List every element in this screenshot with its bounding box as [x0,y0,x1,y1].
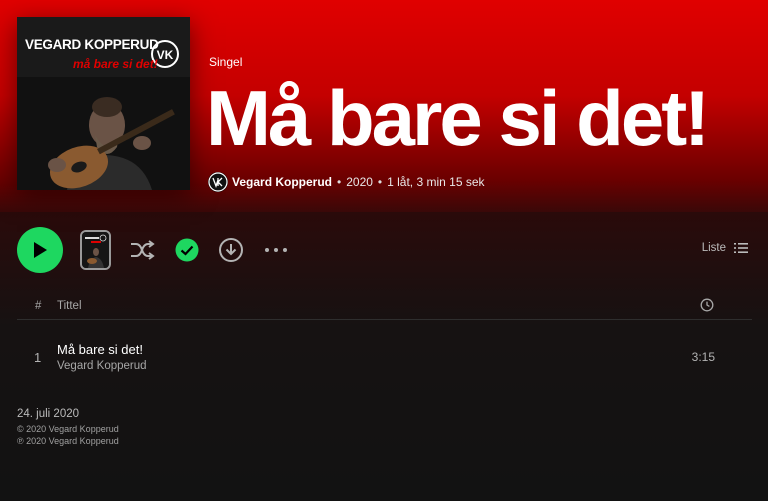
clock-icon [700,298,714,315]
more-horizontal-icon [265,248,287,252]
artist-link[interactable]: Vegard Kopperud [232,175,332,189]
track-duration: 3:15 [691,350,715,364]
artist-avatar[interactable] [208,172,228,192]
table-row[interactable]: 1 Må bare si det! Vegard Kopperud 3:15 [17,336,752,378]
shuffle-button[interactable] [128,236,156,264]
track-artist[interactable]: Vegard Kopperud [57,360,147,372]
download-icon [219,238,243,262]
album-cover[interactable]: VEGARD KOPPERUD VK må bare si det! [17,17,190,190]
shuffle-icon [131,240,155,260]
separator-dot: • [377,175,383,189]
play-icon [34,242,47,258]
cover-artist-text: VEGARD KOPPERUD [25,37,159,52]
logo-text: VK [157,48,174,62]
track-number: 1 [34,350,42,365]
play-button[interactable] [17,227,63,273]
cover-title-text: må bare si det! [73,57,158,71]
album-meta: Vegard Kopperud • 2020 • 1 låt, 3 min 15… [208,171,485,193]
more-options-button[interactable] [262,236,290,264]
view-mode-button[interactable]: Liste [702,242,748,254]
saved-to-library-button[interactable] [173,236,201,264]
list-icon [734,243,748,253]
album-summary: 1 låt, 3 min 15 sek [387,175,485,189]
tracklist-header: # Tittel [17,296,752,320]
release-date: 24. juli 2020 [17,408,80,420]
phonogram-copyright-text: ℗ 2020 Vegard Kopperud [17,436,119,446]
cover-photo [17,77,190,190]
column-number: # [35,300,42,312]
cover-thumbnail-button[interactable] [80,230,111,270]
page-title: Må bare si det! [206,74,710,162]
column-title: Tittel [57,300,82,312]
album-type-label: Singel [209,55,243,69]
separator-dot: • [337,175,342,189]
view-mode-label: Liste [701,242,726,254]
track-title[interactable]: Må bare si det! [57,342,143,357]
cover-thumbnail [82,232,109,268]
release-year: 2020 [346,175,373,189]
check-circle-icon [175,238,199,262]
download-button[interactable] [217,236,245,264]
copyright-text: © 2020 Vegard Kopperud [17,424,119,434]
